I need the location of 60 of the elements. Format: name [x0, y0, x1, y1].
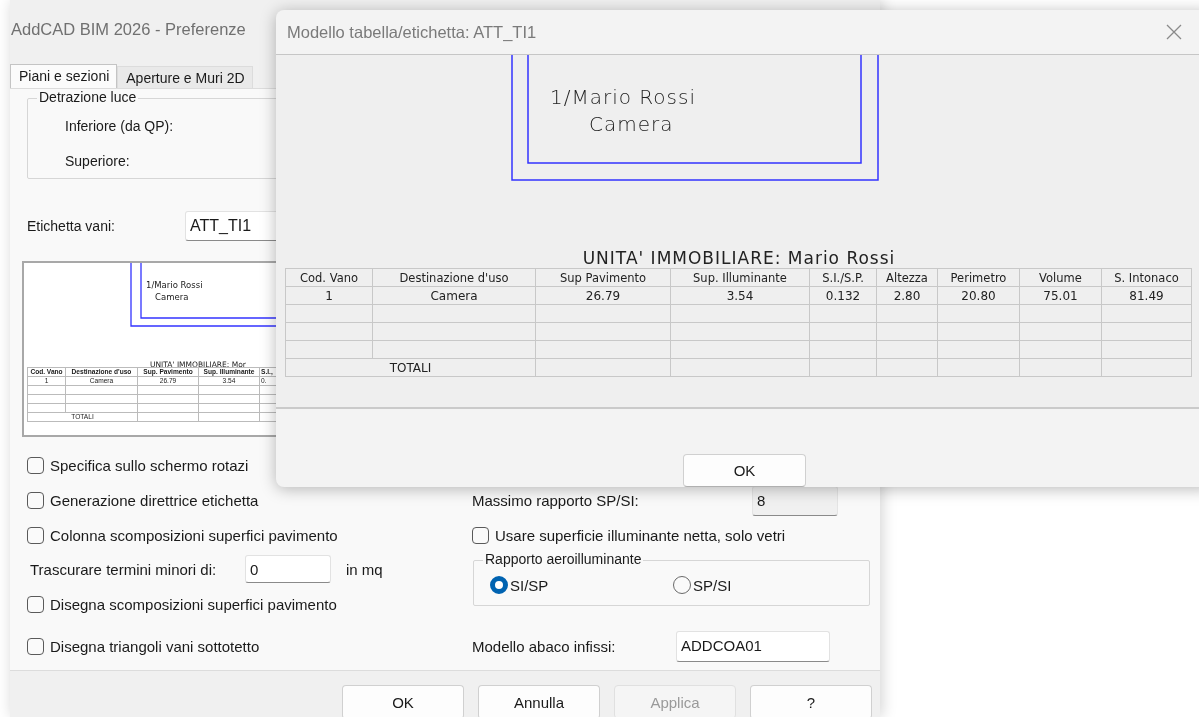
table-cell: 75.01	[1019, 286, 1102, 305]
unit-label: in mq	[346, 560, 383, 578]
table-header: Cod. Vano	[285, 268, 373, 287]
table-cell: 2.80	[876, 286, 938, 305]
tab[interactable]: Piani e sezioni	[10, 64, 118, 90]
checkbox-label: Usare superficie illuminante netta, solo vetri	[495, 526, 786, 544]
field-label: Modello abaco infissi:	[472, 637, 617, 655]
tab[interactable]: Aperture e Muri 2D	[117, 66, 253, 90]
table-header: Sup. Illuminante	[670, 268, 810, 287]
table-cell: Camera	[372, 286, 536, 305]
radio-button[interactable]	[490, 576, 508, 594]
table-header: S. Intonaco	[1101, 268, 1192, 287]
group-label: Rapporto aeroilluminante	[483, 551, 644, 567]
table-cell: 1	[285, 286, 373, 305]
table-header: Altezza	[876, 268, 938, 287]
field-label: Massimo rapporto SP/SI:	[472, 492, 640, 509]
input-field[interactable]: 0	[245, 555, 331, 583]
close-icon[interactable]	[1166, 24, 1182, 40]
table-cell: 20.80	[937, 286, 1020, 305]
table-cell: 0.132	[809, 286, 877, 305]
table-cell: 3.54	[670, 286, 810, 305]
checkbox-label: Colonna scomposizioni superfici pavimento	[50, 526, 338, 544]
field-label: Inferiore (da QP):	[64, 117, 175, 136]
button[interactable]: ?	[750, 685, 872, 717]
checkbox-label: Specifica sullo schermo rotazi	[50, 457, 249, 474]
field-label: Trascurare termini minori di:	[30, 560, 218, 578]
table-header: Volume	[1019, 268, 1102, 287]
table-header: Sup Pavimento	[535, 268, 671, 287]
table-header: Destinazione d'uso	[372, 268, 536, 287]
ok-button[interactable]: OK	[683, 454, 806, 487]
table-title: UNITA' IMMOBILIARE: Mario Rossi	[581, 247, 897, 268]
checkbox[interactable]	[27, 457, 44, 474]
checkbox-label: Generazione direttrice etichetta	[50, 492, 259, 509]
checkbox[interactable]	[472, 526, 489, 544]
checkbox[interactable]	[27, 596, 44, 613]
checkbox[interactable]	[27, 637, 44, 655]
room-label: Camera	[589, 112, 674, 136]
checkbox-label: Disegna triangoli vani sottotetto	[50, 637, 260, 655]
table-header: Perimetro	[937, 268, 1020, 287]
table-cell: TOTALI	[285, 358, 536, 377]
table-cell: 81.49	[1101, 286, 1192, 305]
checkbox-label: Disegna scomposizioni superfici pavimento	[50, 596, 337, 613]
table-cell: 26.79	[535, 286, 671, 305]
window-title: Modello tabella/etichetta: ATT_TI1	[287, 22, 537, 42]
field-label: Superiore:	[64, 152, 131, 171]
radio-label: SP/SI	[693, 576, 732, 594]
room-label: 1/Mario Rossi	[146, 280, 203, 290]
window-title: AddCAD BIM 2026 - Preferenze	[10, 19, 246, 40]
room-label: 1/Mario Rossi	[550, 85, 696, 109]
group-label: Detrazione luce	[37, 89, 139, 105]
table-header: S.I./S.P.	[809, 268, 877, 287]
checkbox[interactable]	[27, 492, 44, 509]
checkbox[interactable]	[27, 526, 44, 544]
radio-label: SI/SP	[510, 576, 549, 594]
field-label: Etichetta vani:	[27, 218, 116, 234]
room-label: Camera	[155, 292, 189, 302]
radio-button[interactable]	[673, 576, 691, 594]
button[interactable]: Annulla	[478, 685, 600, 717]
button[interactable]: OK	[342, 685, 464, 717]
input-field[interactable]: ADDCOA01	[676, 630, 830, 662]
